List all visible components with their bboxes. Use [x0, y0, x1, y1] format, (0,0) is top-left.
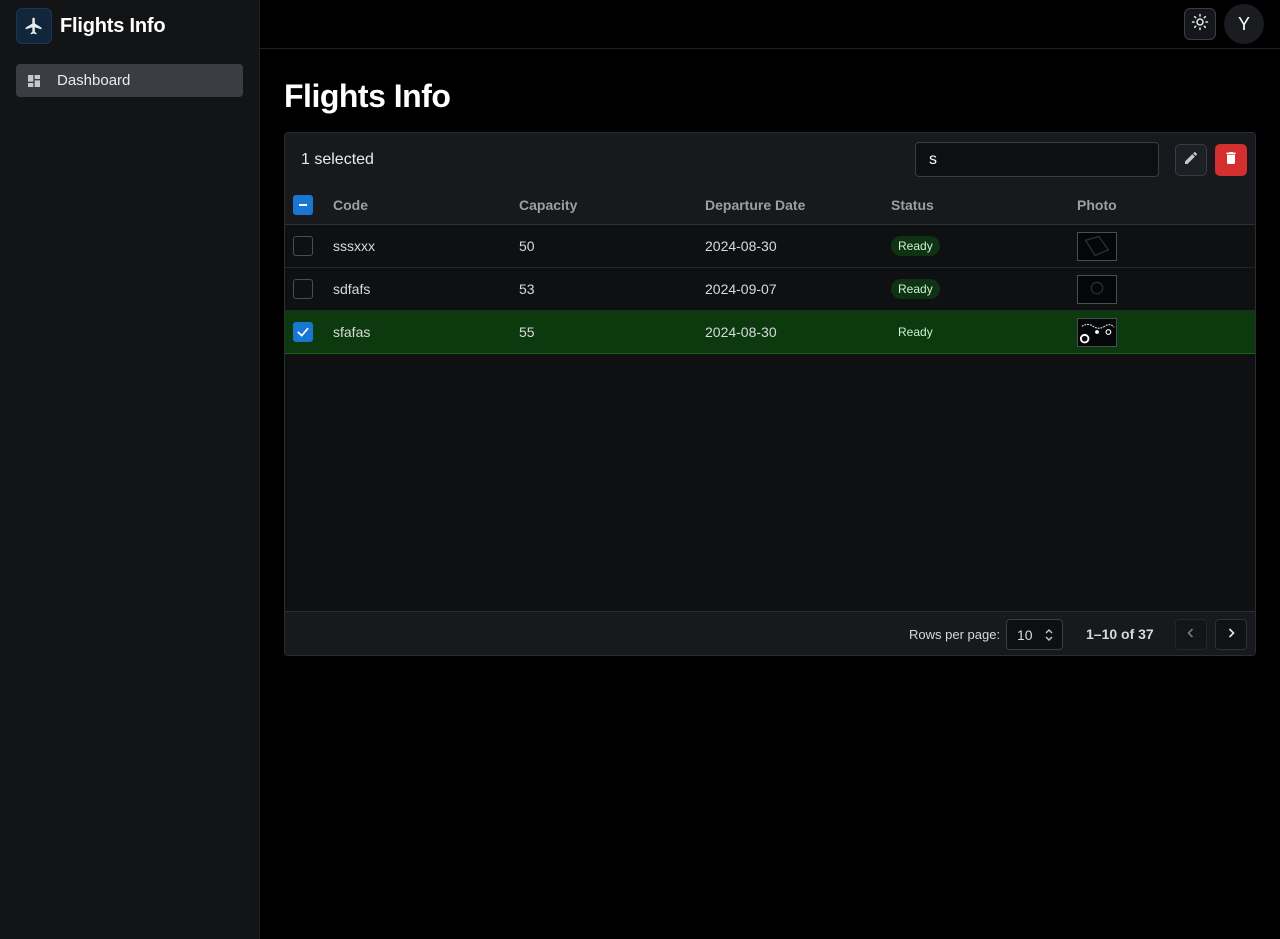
dashboard-icon: [26, 73, 42, 89]
row-checkbox[interactable]: [293, 311, 313, 353]
column-header-capacity[interactable]: Capacity: [519, 185, 577, 224]
row-checkbox[interactable]: [293, 225, 313, 267]
sidebar-item-label: Dashboard: [57, 72, 131, 89]
column-header-status[interactable]: Status: [891, 185, 934, 224]
airplane-icon: [16, 8, 52, 44]
status-badge: Ready: [898, 325, 933, 339]
cell-photo: [1077, 311, 1117, 353]
select-all-checkbox[interactable]: [293, 185, 313, 224]
selected-count: 1 selected: [301, 151, 374, 168]
pagination-range: 1–10 of 37: [1086, 626, 1154, 642]
status-badge: Ready: [891, 279, 940, 299]
cell-photo: [1077, 225, 1117, 267]
flights-grid: 1 selected Code Capacity Departure Date …: [284, 132, 1256, 656]
grid-toolbar: 1 selected: [285, 133, 1255, 185]
theme-toggle-button[interactable]: [1184, 8, 1216, 40]
cell-departure-date: 2024-08-30: [705, 324, 777, 340]
flight-photo-thumbnail[interactable]: [1077, 317, 1117, 347]
rows-per-page-value: 10: [1017, 626, 1033, 643]
rows-per-page-label: Rows per page:: [909, 627, 1001, 642]
table-row[interactable]: sfafas 55 2024-08-30 Ready: [285, 311, 1255, 354]
column-header-photo[interactable]: Photo: [1077, 185, 1117, 224]
row-checkbox[interactable]: [293, 268, 313, 310]
grid-header-row: Code Capacity Departure Date Status Phot…: [285, 185, 1255, 225]
unfold-icon: [1044, 628, 1054, 645]
search-input[interactable]: [915, 142, 1159, 177]
rows-per-page-select[interactable]: 10: [1006, 619, 1063, 650]
table-row[interactable]: sdfafs 53 2024-09-07 Ready: [285, 268, 1255, 311]
grid-footer: Rows per page: 10 1–10 of 37: [285, 611, 1255, 655]
cell-code: sfafas: [333, 324, 371, 340]
cell-departure-date: 2024-08-30: [705, 238, 777, 254]
avatar[interactable]: Y: [1224, 4, 1264, 44]
table-row[interactable]: sssxxx 50 2024-08-30 Ready: [285, 225, 1255, 268]
cell-code: sssxxx: [333, 238, 375, 254]
checkbox-box: [293, 279, 313, 299]
cell-capacity: 53: [519, 281, 535, 297]
cell-code: sdfafs: [333, 281, 371, 297]
column-header-code[interactable]: Code: [333, 185, 368, 224]
flight-photo-thumbnail[interactable]: [1077, 231, 1117, 261]
trash-icon: [1223, 150, 1239, 171]
checkbox-box: [293, 236, 313, 256]
cell-photo: [1077, 268, 1117, 310]
brand[interactable]: Flights Info: [16, 8, 166, 44]
flight-photo-thumbnail[interactable]: [1077, 274, 1117, 304]
sidebar-item-dashboard[interactable]: Dashboard: [16, 64, 243, 97]
sidebar: Flights Info Dashboard: [0, 0, 260, 939]
chevron-right-icon: [1225, 626, 1237, 644]
page-title: Flights Info: [284, 78, 451, 114]
checkmark-icon: [293, 322, 313, 342]
status-badge: Ready: [891, 236, 940, 256]
pencil-icon: [1183, 150, 1199, 171]
cell-status: Ready: [891, 311, 940, 353]
app-title: Flights Info: [60, 14, 166, 37]
cell-status: Ready: [891, 225, 940, 267]
chevron-left-icon: [1185, 626, 1197, 644]
column-header-departure-date[interactable]: Departure Date: [705, 185, 805, 224]
sun-icon: [1191, 13, 1209, 36]
cell-capacity: 55: [519, 324, 535, 340]
cell-status: Ready: [891, 268, 940, 310]
cell-departure-date: 2024-09-07: [705, 281, 777, 297]
previous-page-button[interactable]: [1175, 619, 1207, 650]
topbar: Y: [260, 0, 1280, 49]
indeterminate-icon: [293, 194, 313, 215]
edit-button[interactable]: [1175, 144, 1207, 176]
next-page-button[interactable]: [1215, 619, 1247, 650]
delete-button[interactable]: [1215, 144, 1247, 176]
cell-capacity: 50: [519, 238, 535, 254]
